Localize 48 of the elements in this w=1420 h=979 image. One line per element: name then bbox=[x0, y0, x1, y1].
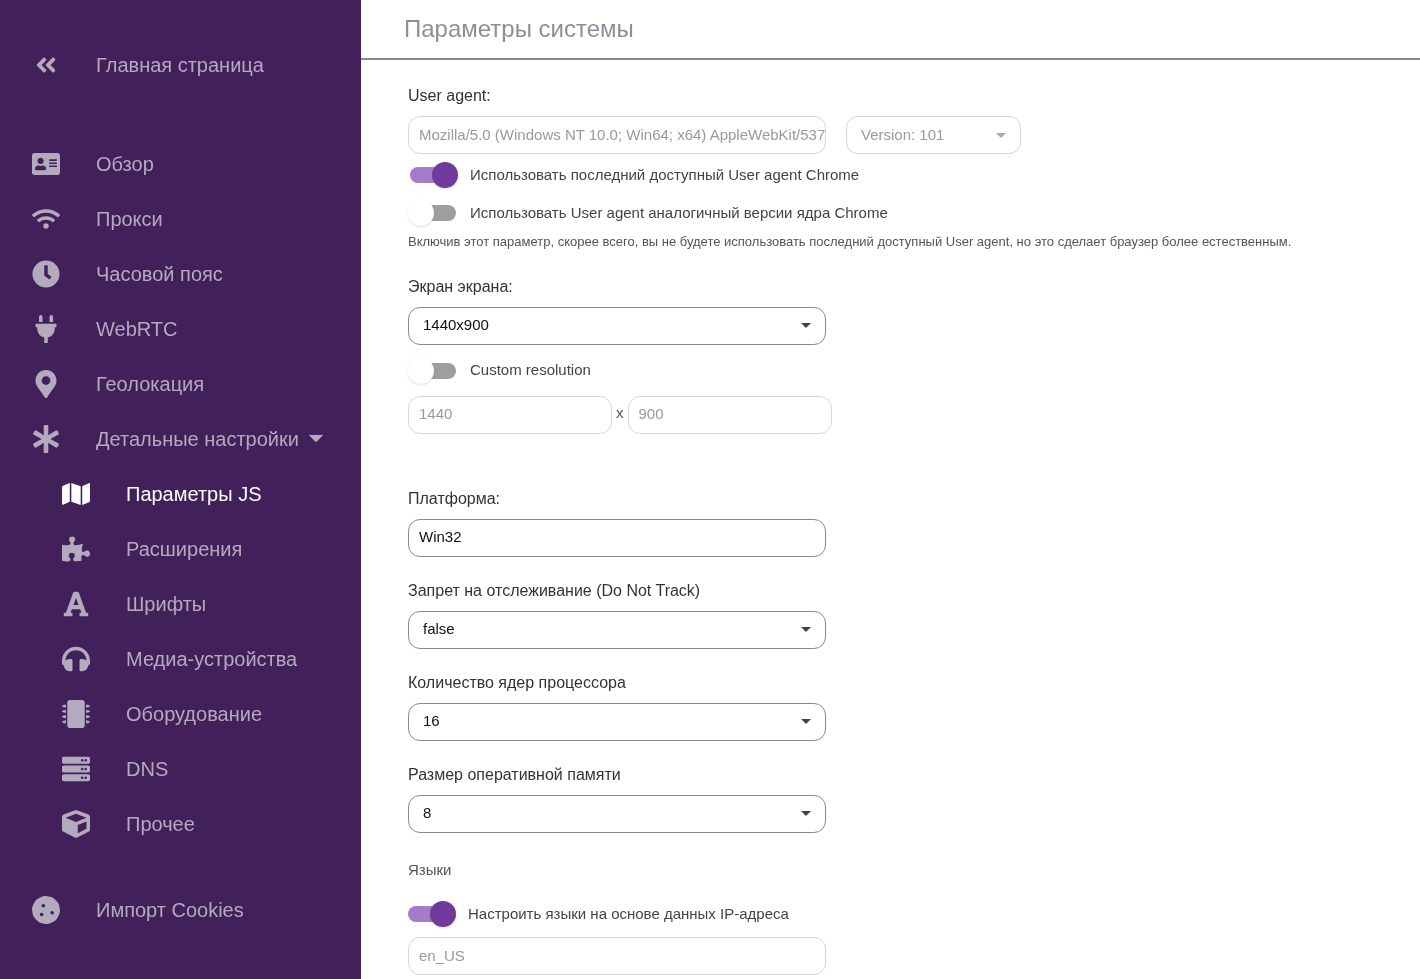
sidebar-item[interactable]: Геолокация bbox=[0, 356, 361, 411]
field-label: Размер оперативной памяти bbox=[408, 764, 622, 785]
sidebar-item[interactable]: Детальные настройки bbox=[0, 411, 361, 466]
cube-icon bbox=[62, 809, 90, 838]
dropdown[interactable]: 16 bbox=[408, 702, 826, 741]
sidebar-item[interactable]: DNS bbox=[0, 741, 361, 796]
caret-icon bbox=[801, 627, 811, 632]
caret-icon bbox=[801, 323, 811, 328]
sidebar-item[interactable]: WebRTC bbox=[0, 301, 361, 356]
server-icon bbox=[62, 754, 90, 783]
headphones-icon bbox=[62, 644, 90, 673]
caret-icon bbox=[801, 719, 811, 724]
page-title: Параметры системы bbox=[404, 14, 634, 44]
dropdown[interactable]: false bbox=[408, 610, 826, 649]
section-heading: Языки bbox=[408, 859, 452, 880]
caret-icon bbox=[996, 132, 1006, 138]
sidebar-item[interactable]: Расширения bbox=[0, 521, 361, 576]
letter-icon bbox=[62, 589, 90, 618]
field-label: Количество ядер процессора bbox=[408, 672, 627, 693]
hint-text: Включив этот параметр, скорее всего, вы не будете использовать последний доступный User agent, но это сделает браузер более естественным. bbox=[408, 233, 1293, 251]
caret-icon bbox=[801, 811, 811, 816]
asterisk-icon bbox=[32, 424, 60, 453]
field-label: Запрет на отслеживание (Do Not Track) bbox=[408, 580, 702, 601]
sidebar-item[interactable]: Прочее bbox=[0, 796, 361, 851]
puzzle-piece-icon bbox=[62, 534, 90, 563]
clock-icon bbox=[32, 259, 60, 288]
toggle-label: Использовать последний доступный User agent Chrome bbox=[470, 164, 860, 185]
caret-icon bbox=[308, 434, 324, 443]
sidebar-item[interactable]: Медиа-устройства bbox=[0, 631, 361, 686]
chip-icon bbox=[62, 699, 90, 728]
times-sign: x bbox=[616, 402, 624, 423]
back-link[interactable]: Главная страница bbox=[0, 37, 361, 92]
sidebar-item[interactable]: Шрифты bbox=[0, 576, 361, 631]
sidebar-item[interactable]: Часовой пояс bbox=[0, 246, 361, 301]
field-label: Экран экрана: bbox=[408, 276, 514, 297]
toggle-label: Настроить языки на основе данных IP-адреса bbox=[468, 903, 789, 924]
input-field[interactable]: Win32 bbox=[408, 518, 826, 557]
toggle-label: Custom resolution bbox=[470, 360, 591, 381]
dropdown[interactable]: 8 bbox=[408, 794, 826, 833]
toggle-label: Использовать User agent аналогичный версии ядра Chrome bbox=[470, 202, 888, 223]
field-label: User agent: bbox=[408, 86, 492, 106]
sidebar-item[interactable]: Оборудование bbox=[0, 686, 361, 741]
sidebar-item[interactable]: Параметры JS bbox=[0, 466, 361, 521]
cookie-icon bbox=[32, 895, 60, 924]
sidebar-item[interactable]: Обзор bbox=[0, 136, 361, 191]
field-label: Платформа: bbox=[408, 488, 501, 509]
sidebar-item[interactable]: Прокси bbox=[0, 191, 361, 246]
sidebar-item[interactable]: Импорт Cookies bbox=[0, 882, 361, 937]
